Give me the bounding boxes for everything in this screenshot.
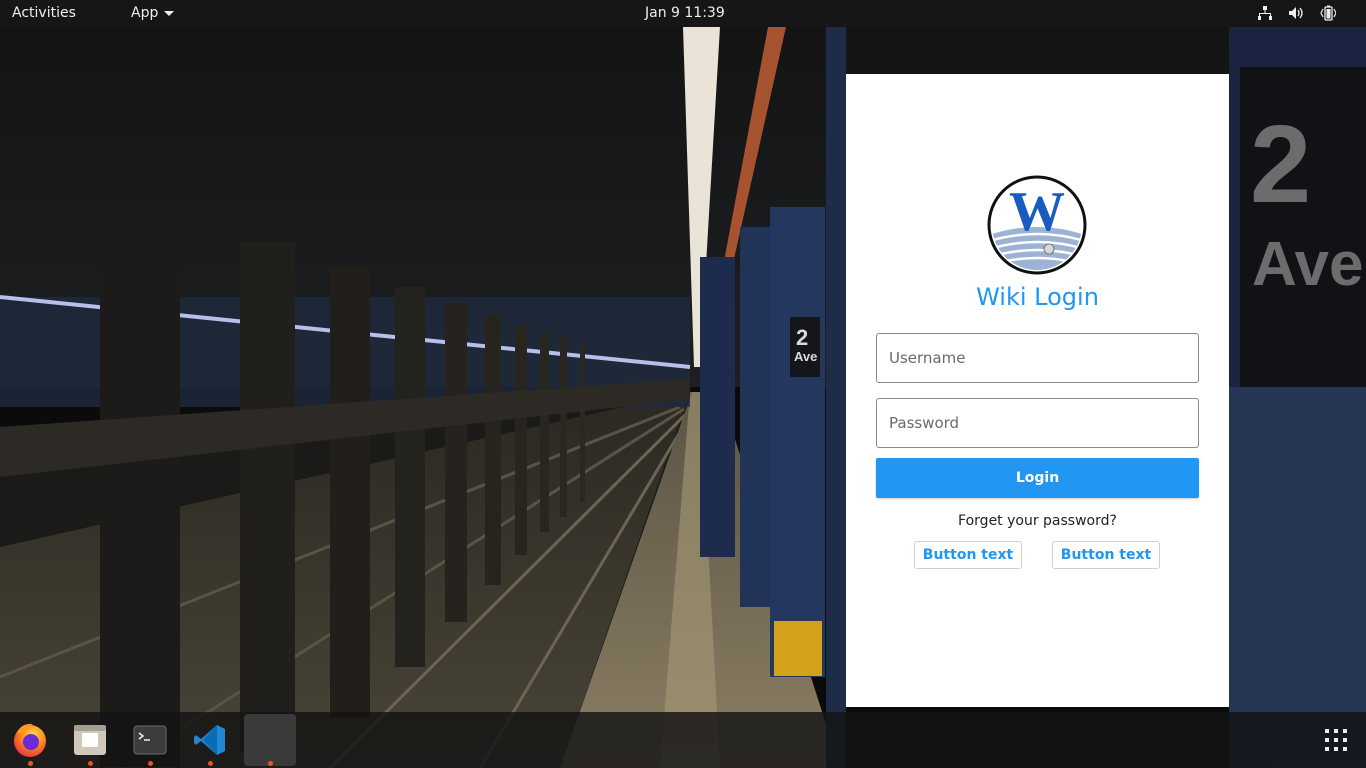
app-menu[interactable]: App bbox=[131, 5, 175, 21]
activities-button[interactable]: Activities bbox=[12, 5, 76, 21]
blurred-sign-number: 2 bbox=[1250, 103, 1311, 226]
dock-item-active-app[interactable] bbox=[244, 714, 296, 766]
dock-item-files[interactable] bbox=[64, 714, 116, 766]
dock bbox=[0, 712, 1366, 768]
running-indicator bbox=[268, 761, 273, 766]
blurred-sign-text: Ave bbox=[1252, 230, 1363, 299]
system-tray[interactable] bbox=[1258, 5, 1336, 21]
page-title: Wiki Login bbox=[976, 283, 1099, 311]
firefox-icon bbox=[14, 723, 46, 757]
running-indicator bbox=[148, 761, 153, 766]
forgot-password-link[interactable]: Forget your password? bbox=[846, 513, 1229, 529]
password-field[interactable] bbox=[876, 398, 1199, 448]
running-indicator bbox=[88, 761, 93, 766]
terminal-icon bbox=[133, 725, 167, 755]
dock-item-firefox[interactable] bbox=[4, 714, 56, 766]
volume-icon bbox=[1289, 7, 1303, 19]
login-card: W Wiki Login Login Forget your password?… bbox=[846, 74, 1229, 707]
wall-sign-number: 2 bbox=[796, 325, 808, 350]
wiki-logo: W bbox=[987, 175, 1087, 275]
app-menu-label: App bbox=[131, 5, 159, 21]
top-bar: Activities App Jan 9 11:39 bbox=[0, 0, 1366, 27]
files-icon bbox=[74, 725, 106, 755]
username-field[interactable] bbox=[876, 333, 1199, 383]
app-grid-icon[interactable] bbox=[1324, 728, 1348, 752]
secondary-button-1[interactable]: Button text bbox=[914, 541, 1022, 569]
running-indicator bbox=[28, 761, 33, 766]
wall-sign-text: Ave bbox=[794, 349, 817, 364]
running-indicator bbox=[208, 761, 213, 766]
chevron-down-icon bbox=[164, 10, 175, 16]
network-icon bbox=[1258, 6, 1272, 20]
vscode-icon bbox=[194, 725, 225, 755]
logo-letter: W bbox=[1009, 181, 1065, 243]
dock-item-terminal[interactable] bbox=[124, 714, 176, 766]
secondary-button-2[interactable]: Button text bbox=[1052, 541, 1160, 569]
clock[interactable]: Jan 9 11:39 bbox=[645, 5, 725, 21]
login-button[interactable]: Login bbox=[876, 458, 1199, 498]
battery-icon bbox=[1320, 5, 1336, 21]
dock-item-vscode[interactable] bbox=[184, 714, 236, 766]
